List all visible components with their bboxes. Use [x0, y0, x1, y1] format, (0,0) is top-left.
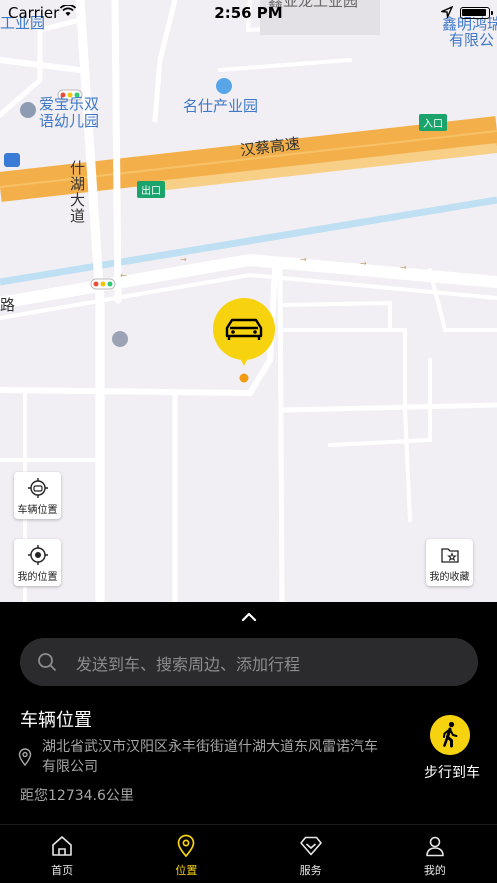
location-pin-icon [178, 834, 195, 858]
tab-home-label: 首页 [51, 864, 74, 877]
map-view[interactable]: → → → ← → 工业园 鑫亚龙工业园 鑫明鸿瑞 有限公 爱宝乐双 语幼儿园 名仕产… [0, 0, 497, 602]
tab-location[interactable]: 位置 [124, 825, 248, 883]
favorites-label: 我的收藏 [429, 572, 470, 583]
search-bar[interactable]: 发送到车、搜索周边、添加行程 [20, 638, 478, 686]
search-icon [38, 653, 56, 671]
location-arrow-icon [441, 6, 453, 18]
svg-text:→: → [360, 259, 367, 268]
distance-text: 距您12734.6公里 [20, 788, 134, 804]
svg-text:←: ← [120, 271, 127, 280]
svg-text:→: → [180, 255, 187, 264]
home-icon [52, 836, 72, 856]
vehicle-address: 湖北省武汉市汉阳区永丰街街道什湖大道东风雷诺汽车有限公司 [42, 739, 378, 775]
tab-bar: 首页 位置 服务 我的 [0, 824, 497, 883]
map-label-road-fragment: 路 [0, 296, 16, 314]
vehicle-location-label: 车辆位置 [17, 505, 58, 516]
tab-services[interactable]: 服务 [249, 825, 373, 883]
vehicle-marker-icon[interactable] [211, 298, 277, 384]
section-title: 车辆位置 [20, 710, 92, 731]
favorite-folder-icon [440, 548, 459, 563]
tab-profile-label: 我的 [423, 864, 446, 877]
walk-to-car-button[interactable] [430, 715, 470, 755]
svg-text:→: → [400, 263, 407, 272]
crosshair-icon [27, 545, 48, 565]
my-location-label: 我的位置 [17, 572, 58, 583]
battery-icon [460, 7, 493, 19]
map-label-kindergarten-line2: 语幼儿园 [39, 112, 100, 130]
car-target-icon [27, 478, 48, 498]
diamond-icon [299, 836, 322, 856]
person-icon [426, 836, 444, 857]
expressway-exit-badge: 出口 [137, 181, 165, 198]
map-label-industrial-park: 名仕产业园 [183, 97, 259, 115]
tab-profile[interactable]: 我的 [373, 825, 497, 883]
my-location-button[interactable]: 我的位置 [14, 539, 61, 586]
svg-text:→: → [300, 255, 307, 264]
clock: 2:56 PM [214, 4, 283, 22]
favorites-button[interactable]: 我的收藏 [426, 539, 473, 586]
tab-home[interactable]: 首页 [0, 825, 124, 883]
chevron-up-icon[interactable] [238, 610, 260, 624]
tab-location-label: 位置 [175, 864, 198, 877]
map-label-company-line2: 有限公 [449, 31, 495, 49]
map-label-kindergarten-line1: 爱宝乐双 [39, 95, 100, 113]
location-pin-icon [18, 748, 32, 766]
expressway-entrance-badge: 入口 [419, 114, 447, 131]
walk-to-car-label[interactable]: 步行到车 [418, 762, 486, 782]
status-bar: Carrier 2:56 PM [0, 0, 497, 26]
vehicle-info-panel: 发送到车、搜索周边、添加行程 车辆位置 湖北省武汉市汉阳区永丰街街道什湖大道东风… [0, 602, 497, 824]
tab-services-label: 服务 [299, 864, 322, 877]
search-placeholder: 发送到车、搜索周边、添加行程 [76, 655, 301, 674]
map-label-avenue: 什湖大道 [70, 159, 86, 225]
vehicle-location-button[interactable]: 车辆位置 [14, 472, 61, 519]
